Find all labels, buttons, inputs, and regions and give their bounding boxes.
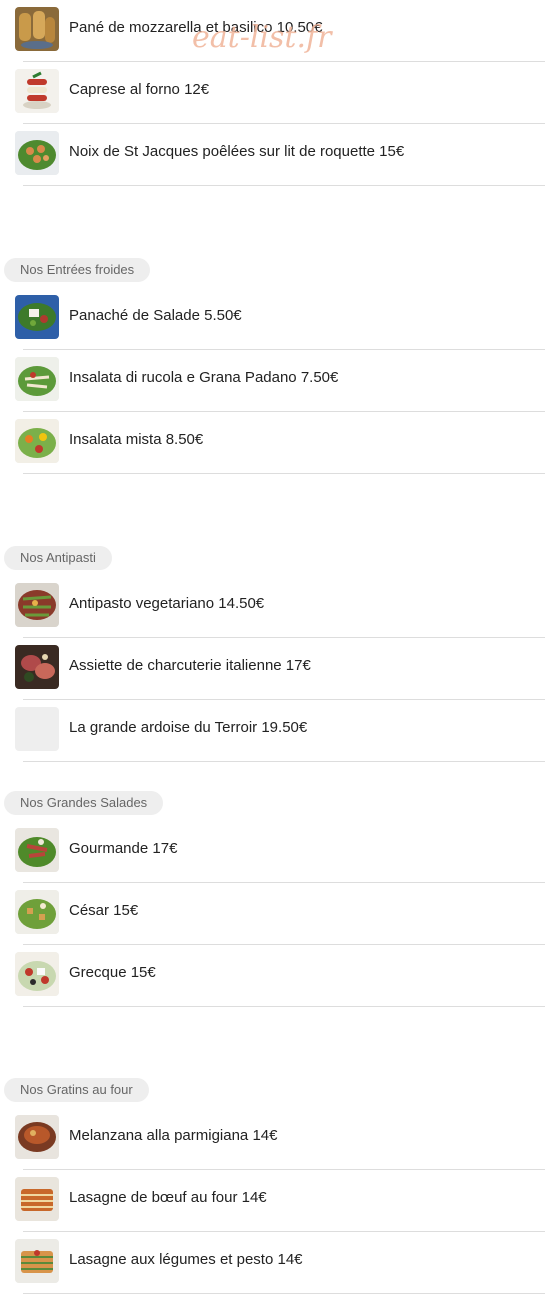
caprese-photo-icon <box>15 69 59 113</box>
menu-item[interactable]: Noix de St Jacques poêlées sur lit de ro… <box>15 124 545 186</box>
divider <box>23 185 545 186</box>
rucola-salad-photo-icon <box>15 357 59 401</box>
gourmande-salad-photo-icon <box>15 828 59 872</box>
scallops-photo-icon <box>15 131 59 175</box>
section-header: Nos Entrées froides <box>4 258 151 282</box>
menu-item-label: Noix de St Jacques poêlées sur lit de ro… <box>69 143 405 160</box>
salad-photo-icon <box>15 295 59 339</box>
section-header: Nos Antipasti <box>4 546 112 570</box>
menu-item[interactable]: Caprese al forno 12€ <box>15 62 545 124</box>
menu-item-label: César 15€ <box>69 902 139 919</box>
section-header: Nos Gratins au four <box>4 1078 149 1102</box>
menu-item-label: Caprese al forno 12€ <box>69 81 210 98</box>
menu-item[interactable]: La grande ardoise du Terroir 19.50€ <box>15 700 545 762</box>
menu-item[interactable]: Panaché de Salade 5.50€ <box>15 288 545 350</box>
menu-item-label: Melanzana alla parmigiana 14€ <box>69 1127 278 1144</box>
menu-item-label: Panaché de Salade 5.50€ <box>69 307 242 324</box>
antipasto-photo-icon <box>15 583 59 627</box>
charcuterie-photo-icon <box>15 645 59 689</box>
menu-item[interactable]: Antipasto vegetariano 14.50€ <box>15 576 545 638</box>
menu-item-label: Gourmande 17€ <box>69 840 178 857</box>
menu-item[interactable]: Lasagne de bœuf au four 14€ <box>15 1170 545 1232</box>
menu-item[interactable]: Pané de mozzarella et basilico 10.50€ <box>15 0 545 62</box>
menu-item[interactable]: Grecque 15€ <box>15 945 545 1007</box>
menu-item[interactable]: Melanzana alla parmigiana 14€ <box>15 1108 545 1170</box>
menu-item-label: Lasagne aux légumes et pesto 14€ <box>69 1251 303 1268</box>
menu-item-label: Insalata mista 8.50€ <box>69 431 204 448</box>
menu-item-label: Lasagne de bœuf au four 14€ <box>69 1189 267 1206</box>
menu-item[interactable]: Assiette de charcuterie italienne 17€ <box>15 638 545 700</box>
menu-item-label: Antipasto vegetariano 14.50€ <box>69 595 265 612</box>
placeholder-icon <box>15 707 59 751</box>
menu-item[interactable]: Gourmande 17€ <box>15 821 545 883</box>
menu-item-label: Grecque 15€ <box>69 964 156 981</box>
mixed-salad-photo-icon <box>15 419 59 463</box>
menu-item-label: Pané de mozzarella et basilico 10.50€ <box>69 19 323 36</box>
menu-item-label: Insalata di rucola e Grana Padano 7.50€ <box>69 369 339 386</box>
menu-item-label: La grande ardoise du Terroir 19.50€ <box>69 719 308 736</box>
divider <box>23 473 545 474</box>
divider <box>23 1293 545 1294</box>
vegetable-lasagne-photo-icon <box>15 1239 59 1283</box>
greek-salad-photo-icon <box>15 952 59 996</box>
mozzarella-photo-icon <box>15 7 59 51</box>
menu-item-label: Assiette de charcuterie italienne 17€ <box>69 657 311 674</box>
beef-lasagne-photo-icon <box>15 1177 59 1221</box>
divider <box>23 1006 545 1007</box>
parmigiana-photo-icon <box>15 1115 59 1159</box>
divider <box>23 761 545 762</box>
menu-item[interactable]: Insalata di rucola e Grana Padano 7.50€ <box>15 350 545 412</box>
caesar-salad-photo-icon <box>15 890 59 934</box>
section-header: Nos Grandes Salades <box>4 791 164 815</box>
menu-item[interactable]: Lasagne aux légumes et pesto 14€ <box>15 1232 545 1294</box>
menu-item[interactable]: César 15€ <box>15 883 545 945</box>
menu-item[interactable]: Insalata mista 8.50€ <box>15 412 545 474</box>
